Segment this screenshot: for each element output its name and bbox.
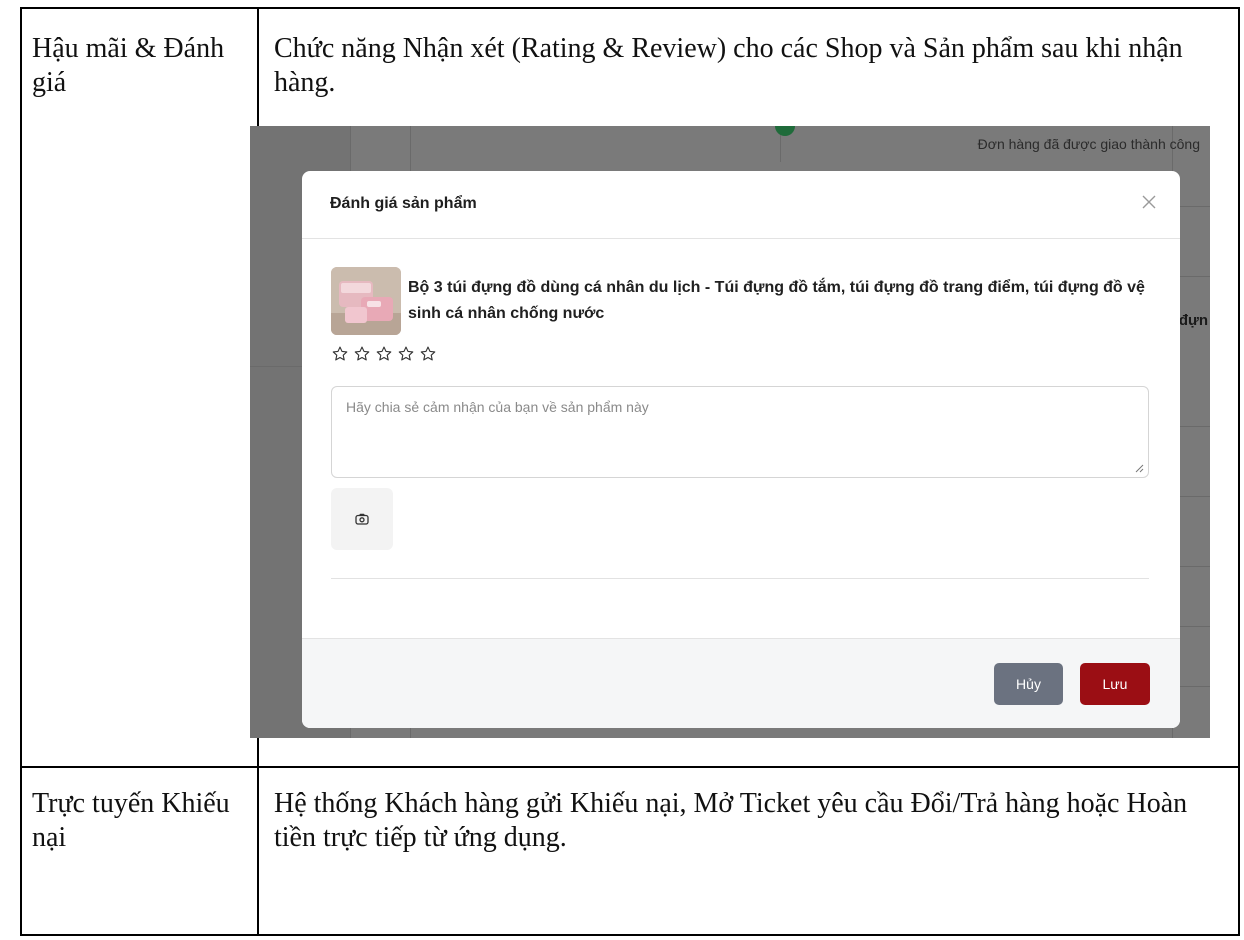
close-icon[interactable] xyxy=(1140,193,1158,211)
bg-divider xyxy=(250,366,302,367)
star-outline-icon[interactable] xyxy=(353,345,371,363)
star-outline-icon[interactable] xyxy=(375,345,393,363)
modal-title: Đánh giá sản phẩm xyxy=(330,195,477,212)
review-textarea-wrapper xyxy=(331,386,1149,478)
star-outline-icon[interactable] xyxy=(397,345,415,363)
row-1-category: Hậu mãi & Đánh giá xyxy=(32,33,225,98)
modal-separator xyxy=(331,578,1149,579)
cancel-button[interactable]: Hủy xyxy=(994,663,1063,705)
status-icon xyxy=(775,126,795,136)
review-textarea[interactable] xyxy=(332,387,1148,477)
product-image-graphic xyxy=(331,267,401,335)
product-image xyxy=(331,267,401,335)
product-name: Bộ 3 túi đựng đồ dùng cá nhân du lịch - … xyxy=(408,279,1145,322)
camera-icon xyxy=(355,513,369,525)
row-divider xyxy=(22,766,1238,768)
modal-header: Đánh giá sản phẩm xyxy=(302,171,1180,239)
row-2-description: Hệ thống Khách hàng gửi Khiếu nại, Mở Ti… xyxy=(274,788,1188,853)
row-1-description: Chức năng Nhận xét (Rating & Review) cho… xyxy=(274,33,1183,98)
review-modal-screenshot: Đơn hàng đã được giao thành công đựn Đán… xyxy=(250,126,1210,738)
resize-handle-icon[interactable] xyxy=(1134,463,1144,473)
review-modal: Đánh giá sản phẩm Bộ 3 túi đựng đồ dùng … xyxy=(302,171,1180,728)
save-button[interactable]: Lưu xyxy=(1080,663,1150,705)
order-status-text: Đơn hàng đã được giao thành công xyxy=(977,136,1200,152)
row-2-category: Trực tuyến Khiếu nại xyxy=(32,788,230,853)
bg-cut-text: đựn xyxy=(1178,312,1208,329)
modal-footer: Hủy Lưu xyxy=(302,638,1180,728)
upload-photo-button[interactable] xyxy=(331,488,393,550)
star-rating[interactable] xyxy=(331,345,437,363)
star-outline-icon[interactable] xyxy=(419,345,437,363)
star-outline-icon[interactable] xyxy=(331,345,349,363)
